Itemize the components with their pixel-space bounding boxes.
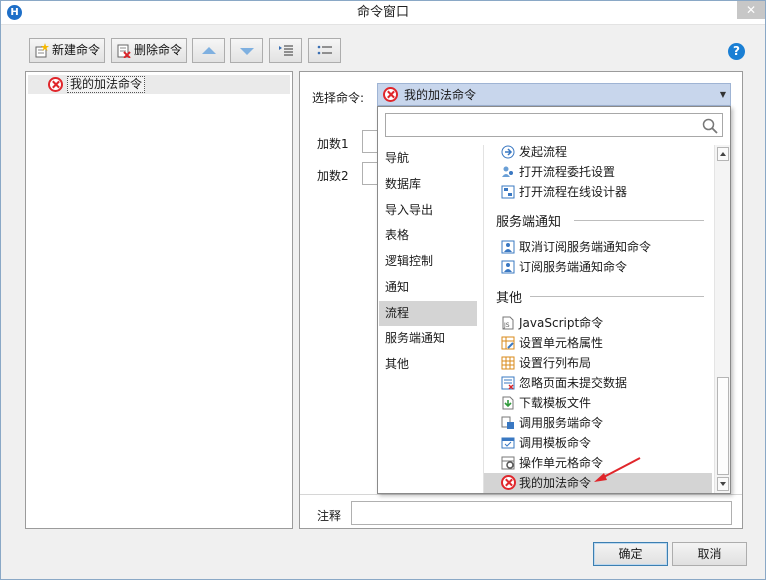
command-item-label: 打开流程在线设计器 [519,185,628,199]
group-header-other: 其他 [496,291,523,306]
arrow-down-icon [240,48,254,55]
new-command-button[interactable]: 新建命令 [29,38,105,63]
command-item-start-flow[interactable]: 发起流程 [484,142,712,162]
command-item-label: 设置单元格属性 [519,336,604,350]
command-item-row-col-layout[interactable]: 设置行列布局 [484,353,712,373]
command-item-label: 下载模板文件 [519,396,592,410]
command-item-label: 设置行列布局 [519,356,592,370]
move-up-button[interactable] [192,38,225,63]
new-command-icon [35,43,49,58]
command-select[interactable]: 我的加法命令 ▼ [377,83,731,106]
command-item-flow-delegate[interactable]: 打开流程委托设置 [484,162,712,182]
cell-props-icon [501,336,515,350]
command-item-label: 取消订阅服务端通知命令 [519,240,652,254]
command-item-label: 忽略页面未提交数据 [519,376,628,390]
category-database[interactable]: 数据库 [379,172,477,197]
close-button[interactable]: ✕ [737,1,765,19]
page-ignore-icon [501,376,515,390]
command-item-flow-designer[interactable]: 打开流程在线设计器 [484,182,712,202]
notes-label: 注释 [317,509,342,523]
user-card-icon [501,260,515,274]
user-card-icon [501,240,515,254]
new-command-label: 新建命令 [52,43,101,57]
annotation-arrow [594,457,641,482]
select-command-label: 选择命令: [312,91,365,105]
arrow-right-icon [501,145,515,159]
delete-command-icon [117,44,131,58]
category-import-export[interactable]: 导入导出 [379,198,477,223]
command-item-ignore-unsaved[interactable]: 忽略页面未提交数据 [484,373,712,393]
category-other[interactable]: 其他 [379,352,477,377]
server-call-icon [501,416,514,429]
command-item-javascript[interactable]: JS JavaScript命令 [484,313,712,333]
category-notify[interactable]: 通知 [379,275,477,300]
toolbar: 新建命令 删除命令 [25,38,745,64]
command-item-label: 操作单元格命令 [519,456,604,470]
ok-button[interactable]: 确定 [593,542,668,566]
error-icon [501,475,516,490]
category-table[interactable]: 表格 [379,223,477,248]
scroll-thumb[interactable] [717,377,729,475]
tree-item-label: 我的加法命令 [67,76,146,93]
search-input[interactable] [385,113,723,137]
outdent-button[interactable] [308,38,341,63]
chevron-down-icon: ▼ [719,90,726,99]
layout-grid-icon [501,356,515,370]
scroll-down-button[interactable] [717,477,729,491]
download-icon [502,396,514,410]
command-item-download-template[interactable]: 下载模板文件 [484,393,712,413]
indent-button[interactable] [269,38,302,63]
param-label-1: 加数1 [317,137,349,151]
command-item-unsubscribe[interactable]: 取消订阅服务端通知命令 [484,237,712,257]
arrow-up-icon [202,47,216,54]
command-tree: 我的加法命令 [25,71,293,529]
command-item-label: 打开流程委托设置 [519,165,616,179]
command-item-label: JavaScript命令 [519,316,604,330]
javascript-file-icon: JS [502,316,514,330]
title-bar: H 命令窗口 ✕ [1,1,765,25]
command-item-subscribe[interactable]: 订阅服务端通知命令 [484,257,712,277]
template-call-icon [501,437,515,449]
divider [530,296,704,297]
category-navigation[interactable]: 导航 [379,146,477,171]
command-item-call-template[interactable]: 调用模板命令 [484,433,712,453]
delete-command-label: 删除命令 [134,43,183,57]
command-item-label: 发起流程 [519,145,568,159]
users-icon [502,166,513,177]
command-item-label: 订阅服务端通知命令 [519,260,628,274]
command-window: H 命令窗口 ✕ 新建命令 删除命令 ? 我的加法命令 选择命令: 我的加法命令… [0,0,766,580]
error-icon [383,87,398,102]
divider [300,494,742,495]
command-select-value: 我的加法命令 [404,88,477,102]
command-item-label: 我的加法命令 [519,476,592,490]
scroll-up-button[interactable] [717,147,729,161]
category-flow[interactable]: 流程 [379,301,477,326]
flow-designer-icon [501,185,515,199]
notes-input[interactable] [351,501,732,525]
window-title: 命令窗口 [356,5,409,20]
category-server-notify[interactable]: 服务端通知 [379,326,477,351]
command-item-label: 调用服务端命令 [519,416,604,430]
command-item-cell-props[interactable]: 设置单元格属性 [484,333,712,353]
divider [574,220,704,221]
category-logic[interactable]: 逻辑控制 [379,249,477,274]
param-label-2: 加数2 [317,169,349,183]
dropdown-scrollbar[interactable] [714,145,730,493]
cancel-button[interactable]: 取消 [672,542,747,566]
move-down-button[interactable] [230,38,263,63]
tree-item[interactable]: 我的加法命令 [28,75,290,94]
error-icon [48,77,63,92]
cell-operation-icon [501,456,515,470]
delete-command-button[interactable]: 删除命令 [111,38,187,63]
help-icon[interactable]: ? [728,43,745,60]
command-item-label: 调用模板命令 [519,436,592,450]
group-header-server-notify: 服务端通知 [496,215,562,230]
search-icon [702,118,718,134]
command-dropdown: 导航 数据库 导入导出 表格 逻辑控制 通知 流程 服务端通知 其他 发起流程 … [377,106,731,494]
command-item-call-server[interactable]: 调用服务端命令 [484,413,712,433]
svg-text:JS: JS [503,322,510,329]
outdent-icon [317,45,332,55]
indent-icon [279,45,293,56]
